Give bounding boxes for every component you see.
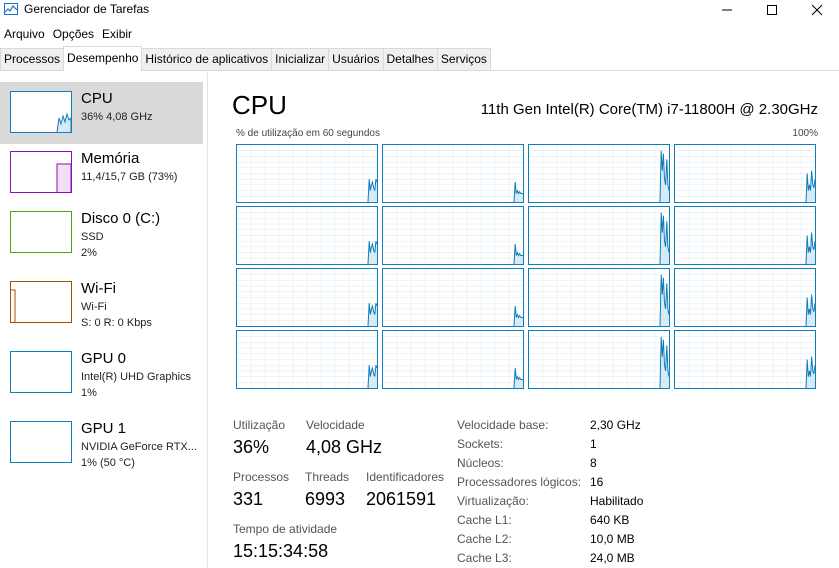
cpu-core-graph — [236, 144, 378, 203]
cpu-core-graph — [674, 330, 816, 389]
detail-value: 24,0 MB — [590, 551, 635, 565]
minimize-icon — [722, 9, 732, 11]
sidebar-item-wifi[interactable]: Wi-Fi Wi-Fi S: 0 R: 0 Kbps — [0, 272, 203, 334]
maximize-button[interactable] — [749, 0, 795, 20]
cpu-thumbnail-graph — [10, 91, 72, 133]
sidebar-item-cpu[interactable]: CPU 36% 4,08 GHz — [0, 82, 203, 144]
window-title: Gerenciador de Tarefas — [24, 2, 150, 16]
processos-label: Processos — [233, 470, 290, 484]
tab-desempenho[interactable]: Desempenho — [63, 46, 143, 71]
menu-opcoes[interactable]: Opções — [49, 24, 98, 44]
detail-label: Sockets: — [457, 437, 504, 451]
threads-value: 6993 — [305, 489, 346, 509]
tab-servicos[interactable]: Serviços — [436, 48, 491, 70]
detail-value: 2,30 GHz — [590, 418, 641, 432]
utilizacao-value: 36% — [233, 437, 270, 457]
minimize-button[interactable] — [704, 0, 750, 20]
cpu-core-graph — [674, 144, 816, 203]
cpu-core-graph — [528, 206, 670, 265]
detail-value: 16 — [590, 475, 604, 489]
title-bar: Gerenciador de Tarefas — [0, 0, 839, 20]
cpu-core-graph — [382, 206, 524, 265]
sidebar-item-gpu0[interactable]: GPU 0 Intel(R) UHD Graphics 1% — [0, 342, 203, 404]
tempo-atividade-value: 15:15:34:58 — [233, 541, 329, 561]
sidebar-item-gpu1[interactable]: GPU 1 NVIDIA GeForce RTX... 1% (50 °C) — [0, 412, 203, 474]
detail-label: Velocidade base: — [457, 418, 549, 432]
tempo-atividade-label: Tempo de atividade — [233, 522, 338, 536]
tab-bar: Processos Desempenho Histórico de aplica… — [0, 46, 839, 71]
menu-bar: Arquivo Opções Exibir — [0, 24, 136, 44]
identificadores-value: 2061591 — [366, 489, 437, 509]
cpu-core-graph — [382, 268, 524, 327]
sidebar-item-detail: Intel(R) UHD Graphics — [81, 371, 192, 383]
cpu-core-graph — [236, 268, 378, 327]
menu-exibir[interactable]: Exibir — [98, 24, 136, 44]
graph-axis-max: 100% — [792, 128, 818, 139]
sidebar-item-detail: NVIDIA GeForce RTX... — [81, 441, 197, 453]
threads-label: Threads — [305, 470, 350, 484]
cpu-core-graph — [236, 330, 378, 389]
detail-label: Cache L3: — [457, 551, 512, 565]
sidebar-item-detail: S: 0 R: 0 Kbps — [81, 317, 152, 329]
processos-value: 331 — [233, 489, 264, 509]
detail-label: Virtualização: — [457, 494, 529, 508]
sidebar-item-detail: 1% — [81, 387, 97, 399]
wifi-thumbnail-graph — [10, 281, 72, 323]
sidebar-item-label: CPU — [81, 90, 113, 107]
sidebar-item-detail: SSD — [81, 231, 104, 243]
sidebar-item-disco[interactable]: Disco 0 (C:) SSD 2% — [0, 202, 203, 264]
tab-processos[interactable]: Processos — [0, 48, 65, 70]
sidebar-item-label: Disco 0 (C:) — [81, 210, 161, 227]
cpu-core-graph — [382, 330, 524, 389]
disk-thumbnail-graph — [10, 211, 72, 253]
detail-value: 640 KB — [590, 513, 630, 527]
sidebar-item-label: GPU 0 — [81, 350, 127, 367]
tab-inicializar[interactable]: Inicializar — [271, 48, 330, 70]
sidebar-item-detail: 11,4/15,7 GB (73%) — [81, 171, 178, 183]
task-manager-app-icon — [4, 3, 18, 15]
close-button[interactable] — [794, 0, 839, 20]
tab-usuarios[interactable]: Usuários — [328, 48, 384, 70]
cpu-core-graph — [382, 144, 524, 203]
sidebar-item-detail: 2% — [81, 247, 97, 259]
detail-label: Cache L2: — [457, 532, 512, 546]
tab-historico[interactable]: Histórico de aplicativos — [141, 48, 273, 70]
cpu-core-graph — [528, 144, 670, 203]
memory-thumbnail-graph — [10, 151, 72, 193]
cpu-core-graph — [528, 330, 670, 389]
sidebar-item-memoria[interactable]: Memória 11,4/15,7 GB (73%) — [0, 142, 203, 204]
cpu-core-graph — [528, 268, 670, 327]
velocidade-label: Velocidade — [306, 418, 365, 432]
identificadores-label: Identificadores — [366, 470, 445, 484]
close-icon — [811, 4, 823, 16]
sidebar-item-label: GPU 1 — [81, 420, 127, 437]
graph-axis-label: % de utilização em 60 segundos — [236, 128, 380, 139]
menu-arquivo[interactable]: Arquivo — [0, 24, 49, 44]
gpu0-thumbnail-graph — [10, 351, 72, 393]
detail-label: Cache L1: — [457, 513, 512, 527]
maximize-icon — [767, 5, 777, 15]
sidebar: CPU 36% 4,08 GHz Memória 11,4/15,7 GB (7… — [0, 70, 208, 568]
detail-value: Habilitado — [590, 494, 644, 508]
detail-value: 8 — [590, 456, 597, 470]
velocidade-value: 4,08 GHz — [306, 437, 383, 457]
tab-detalhes[interactable]: Detalhes — [382, 48, 438, 70]
gpu1-thumbnail-graph — [10, 421, 72, 463]
sidebar-item-label: Wi-Fi — [81, 280, 116, 297]
detail-label: Núcleos: — [457, 456, 504, 470]
cpu-core-graph — [236, 206, 378, 265]
cpu-core-graph — [674, 206, 816, 265]
sidebar-item-label: Memória — [81, 150, 140, 167]
sidebar-item-detail: Wi-Fi — [81, 301, 107, 313]
sidebar-item-detail: 1% (50 °C) — [81, 457, 135, 469]
detail-value: 10,0 MB — [590, 532, 635, 546]
cpu-core-graph — [674, 268, 816, 327]
sidebar-item-detail: 36% 4,08 GHz — [81, 111, 153, 123]
utilizacao-label: Utilização — [233, 418, 286, 432]
detail-value: 1 — [590, 437, 597, 451]
page-title: CPU — [232, 90, 287, 120]
detail-label: Processadores lógicos: — [457, 475, 582, 489]
cpu-model-name: 11th Gen Intel(R) Core(TM) i7-11800H @ 2… — [480, 101, 818, 118]
